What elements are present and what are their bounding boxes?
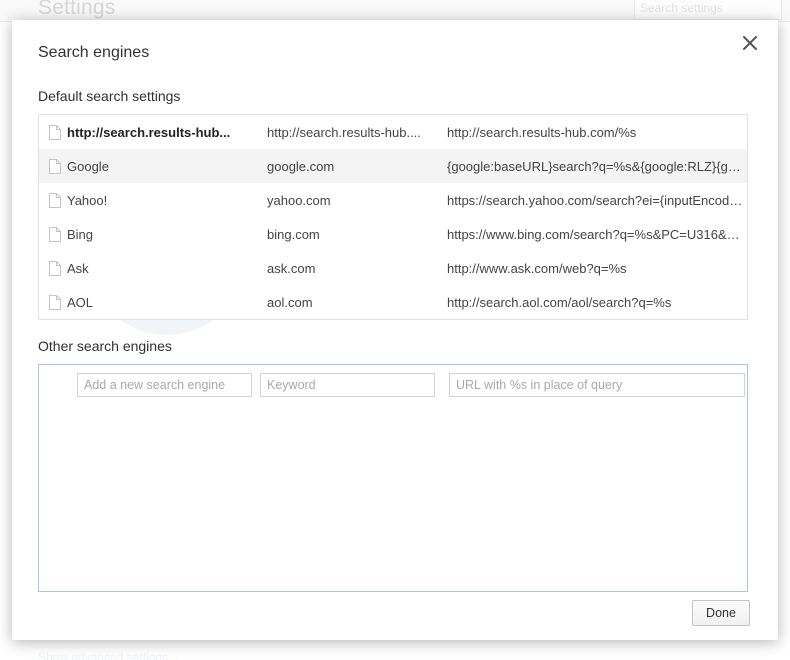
new-search-engine-url-input[interactable] <box>449 373 745 397</box>
document-icon <box>43 294 67 310</box>
default-search-engines-table: http://search.results-hub... http://searc… <box>38 114 748 320</box>
new-search-engine-row <box>39 365 747 405</box>
other-search-engines-heading: Other search engines <box>38 338 172 354</box>
search-engine-row[interactable]: http://search.results-hub... http://searc… <box>39 115 747 149</box>
document-icon <box>43 260 67 276</box>
search-engines-dialog: risk.com Search engines Default search s… <box>12 20 778 640</box>
document-icon <box>43 124 67 140</box>
search-engine-name: Ask <box>67 260 89 276</box>
search-engine-name: Google <box>67 158 109 174</box>
default-search-settings-heading: Default search settings <box>38 88 181 104</box>
search-engine-url: http://www.ask.com/web?q=%s <box>447 260 627 276</box>
search-engine-url: https://search.yahoo.com/search?ei={inpu… <box>447 192 743 208</box>
search-engine-url: https://www.bing.com/search?q=%s&PC=U316… <box>447 226 743 242</box>
search-engine-row[interactable]: AOL aol.com http://search.aol.com/aol/sear… <box>39 285 747 319</box>
search-engine-row[interactable]: Yahoo! yahoo.com https://search.yahoo.com/… <box>39 183 747 217</box>
dialog-title: Search engines <box>38 44 150 61</box>
done-button[interactable]: Done <box>692 600 750 626</box>
search-engine-name: Bing <box>67 226 94 242</box>
document-icon <box>43 192 67 208</box>
search-engine-keyword: ask.com <box>267 260 316 276</box>
search-engine-keyword: yahoo.com <box>267 192 331 208</box>
close-icon-glyph <box>743 36 757 50</box>
search-engine-keyword: google.com <box>267 158 335 174</box>
document-icon <box>43 158 67 174</box>
new-search-engine-name-input[interactable] <box>77 373 252 397</box>
search-engine-url: {google:baseURL}search?q=%s&{google:RLZ}… <box>447 158 743 174</box>
close-icon[interactable] <box>736 29 764 57</box>
search-engine-name: http://search.results-hub... <box>67 124 231 140</box>
document-icon <box>43 226 67 242</box>
search-engine-row[interactable]: Ask ask.com http://www.ask.com/web?q=%s <box>39 251 747 285</box>
search-engine-name: Yahoo! <box>67 192 108 208</box>
search-engine-name: AOL <box>67 294 94 310</box>
search-engine-row[interactable]: Bing bing.com https://www.bing.com/search?… <box>39 217 747 251</box>
new-search-engine-keyword-input[interactable] <box>260 373 435 397</box>
search-engine-keyword: aol.com <box>267 294 313 310</box>
other-search-engines-box <box>38 364 748 592</box>
search-engine-keyword: bing.com <box>267 226 320 242</box>
search-engine-url: http://search.results-hub.com/%s <box>447 124 637 140</box>
search-engine-row[interactable]: Google google.com {google:baseURL}search?q… <box>39 149 747 183</box>
page-root: Settings Search settings Show advanced s… <box>0 0 790 660</box>
search-engine-url: http://search.aol.com/aol/search?q=%s <box>447 294 672 310</box>
search-engine-keyword: http://search.results-hub.... <box>267 124 421 140</box>
